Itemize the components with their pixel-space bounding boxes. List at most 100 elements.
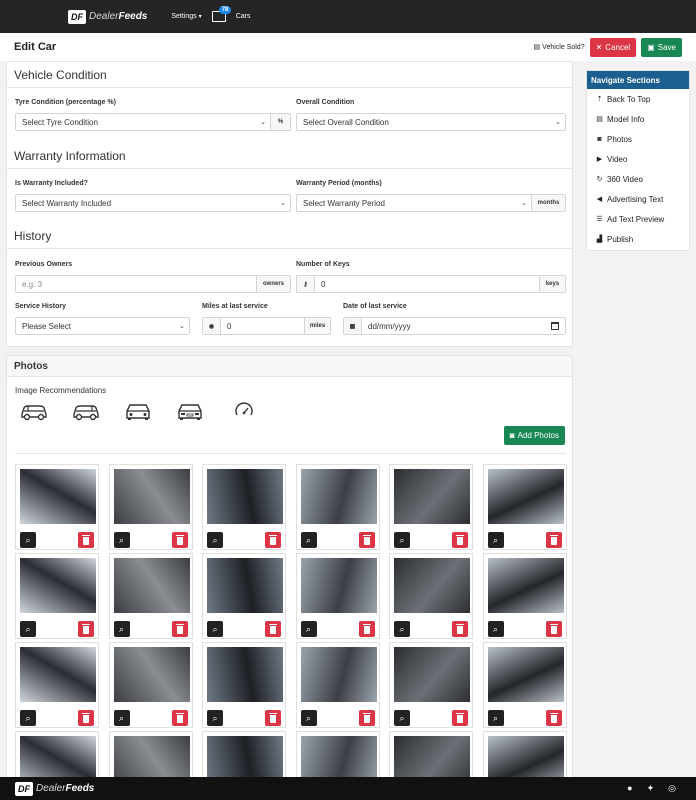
sidebar-item-photos[interactable]: ◙ Photos <box>587 129 689 149</box>
photo-tile[interactable]: ⌕ <box>202 642 286 728</box>
settings-menu[interactable]: Settings ▾ <box>171 13 201 20</box>
warranty-period-select[interactable]: Select Warranty Period ⌄ months <box>296 194 566 212</box>
cancel-button[interactable]: ✕ Cancel <box>589 37 637 57</box>
car-photo-thumbnail[interactable] <box>113 469 190 524</box>
photo-tile[interactable]: ⌕ <box>15 642 99 728</box>
trash-icon[interactable] <box>452 532 468 548</box>
photo-tile[interactable]: ⌕ <box>389 553 473 639</box>
trash-icon[interactable] <box>171 710 188 726</box>
photo-tile[interactable]: ⌕ <box>482 553 567 639</box>
save-button[interactable]: ▣ Save <box>641 37 682 57</box>
zoom-icon[interactable]: ⌕ <box>394 621 410 637</box>
number-of-keys-input[interactable]: ⚷ 0 keys <box>296 275 566 293</box>
add-photos-button[interactable]: ◙ Add Photos <box>503 426 565 445</box>
zoom-icon[interactable]: ⌕ <box>487 621 504 637</box>
car-photo-thumbnail[interactable] <box>113 558 190 613</box>
photo-tile[interactable]: ⌕ <box>108 464 193 550</box>
car-photo-thumbnail[interactable] <box>207 469 283 524</box>
trash-icon[interactable] <box>78 532 94 548</box>
zoom-icon[interactable]: ⌕ <box>113 532 130 548</box>
car-photo-thumbnail[interactable] <box>300 469 377 524</box>
zoom-icon[interactable]: ⌕ <box>20 621 36 637</box>
miles-last-service-input[interactable]: ◉ 0 miles <box>202 317 331 335</box>
photo-tile[interactable]: ⌕ <box>482 464 567 550</box>
zoom-icon[interactable]: ⌕ <box>487 710 504 726</box>
overall-condition-select[interactable]: Select Overall Condition ⌄ <box>296 113 566 131</box>
trash-icon[interactable] <box>171 621 188 637</box>
sidebar-item-360-video[interactable]: ↻ 360 Video <box>587 169 689 189</box>
photo-tile[interactable]: ⌕ <box>202 553 286 639</box>
zoom-icon[interactable]: ⌕ <box>207 621 223 637</box>
service-history-select[interactable]: Please Select ⌄ <box>15 317 190 335</box>
zoom-icon[interactable]: ⌕ <box>394 710 410 726</box>
car-photo-thumbnail[interactable] <box>394 558 470 613</box>
car-photo-thumbnail[interactable] <box>300 647 377 702</box>
brand-logo[interactable]: DF DealerFeeds <box>68 9 147 24</box>
car-photo-thumbnail[interactable] <box>394 647 470 702</box>
twitter-icon[interactable]: ✦ <box>647 783 655 794</box>
trash-icon[interactable] <box>265 532 281 548</box>
trash-icon[interactable] <box>265 710 281 726</box>
trash-icon[interactable] <box>358 710 375 726</box>
car-photo-thumbnail[interactable] <box>20 647 96 702</box>
trash-icon[interactable] <box>452 621 468 637</box>
zoom-icon[interactable]: ⌕ <box>300 621 317 637</box>
footer-logo[interactable]: DF DealerFeeds <box>15 781 94 796</box>
car-photo-thumbnail[interactable] <box>394 469 470 524</box>
sidebar-item-back-to-top[interactable]: ⇡ Back To Top <box>587 89 689 109</box>
sidebar-item-video[interactable]: ▶ Video <box>587 149 689 169</box>
trash-icon[interactable] <box>545 621 562 637</box>
trash-icon[interactable] <box>78 621 94 637</box>
photo-tile[interactable]: ⌕ <box>295 642 380 728</box>
zoom-icon[interactable]: ⌕ <box>487 532 504 548</box>
trash-icon[interactable] <box>545 532 562 548</box>
zoom-icon[interactable]: ⌕ <box>394 532 410 548</box>
car-photo-thumbnail[interactable] <box>20 469 96 524</box>
zoom-icon[interactable]: ⌕ <box>207 532 223 548</box>
car-photo-thumbnail[interactable] <box>487 469 564 524</box>
sidebar-item-model-info[interactable]: ▤ Model Info <box>587 109 689 129</box>
car-photo-thumbnail[interactable] <box>113 647 190 702</box>
sidebar-item-ad-text-preview[interactable]: ☰ Ad Text Preview <box>587 209 689 229</box>
zoom-icon[interactable]: ⌕ <box>300 532 317 548</box>
trash-icon[interactable] <box>452 710 468 726</box>
sidebar-item-publish[interactable]: ▟ Publish <box>587 229 689 249</box>
trash-icon[interactable] <box>358 621 375 637</box>
zoom-icon[interactable]: ⌕ <box>20 532 36 548</box>
photo-tile[interactable]: ⌕ <box>108 642 193 728</box>
previous-owners-input[interactable]: e.g. 3 owners <box>15 275 291 293</box>
photo-tile[interactable]: ⌕ <box>389 642 473 728</box>
facebook-icon[interactable]: ● <box>627 783 632 794</box>
tyre-condition-select[interactable]: Select Tyre Condition ⌄ % <box>15 113 291 131</box>
cars-link[interactable]: Cars <box>236 13 251 20</box>
zoom-icon[interactable]: ⌕ <box>300 710 317 726</box>
instagram-icon[interactable]: ◎ <box>668 783 676 794</box>
photo-tile[interactable]: ⌕ <box>295 553 380 639</box>
sidebar-item-advertising-text[interactable]: ◀ Advertising Text <box>587 189 689 209</box>
warranty-included-select[interactable]: Select Warranty Included ⌄ <box>15 194 291 212</box>
zoom-icon[interactable]: ⌕ <box>20 710 36 726</box>
photo-tile[interactable]: ⌕ <box>295 464 380 550</box>
date-picker-icon[interactable] <box>551 322 559 330</box>
car-photo-thumbnail[interactable] <box>300 558 377 613</box>
monitor-icon[interactable]: 78 <box>211 6 232 22</box>
vehicle-sold-toggle[interactable]: ▤ Vehicle Sold? <box>534 43 585 52</box>
photo-tile[interactable]: ⌕ <box>108 553 193 639</box>
car-photo-thumbnail[interactable] <box>207 558 283 613</box>
car-photo-thumbnail[interactable] <box>487 647 564 702</box>
zoom-icon[interactable]: ⌕ <box>113 710 130 726</box>
zoom-icon[interactable]: ⌕ <box>207 710 223 726</box>
photo-tile[interactable]: ⌕ <box>15 464 99 550</box>
trash-icon[interactable] <box>78 710 94 726</box>
photo-tile[interactable]: ⌕ <box>202 464 286 550</box>
zoom-icon[interactable]: ⌕ <box>113 621 130 637</box>
date-last-service-input[interactable]: ▦ dd/mm/yyyy <box>343 317 566 335</box>
trash-icon[interactable] <box>545 710 562 726</box>
trash-icon[interactable] <box>265 621 281 637</box>
photo-tile[interactable]: ⌕ <box>15 553 99 639</box>
photo-tile[interactable]: ⌕ <box>389 464 473 550</box>
photo-tile[interactable]: ⌕ <box>482 642 567 728</box>
car-photo-thumbnail[interactable] <box>487 558 564 613</box>
car-photo-thumbnail[interactable] <box>20 558 96 613</box>
car-photo-thumbnail[interactable] <box>207 647 283 702</box>
